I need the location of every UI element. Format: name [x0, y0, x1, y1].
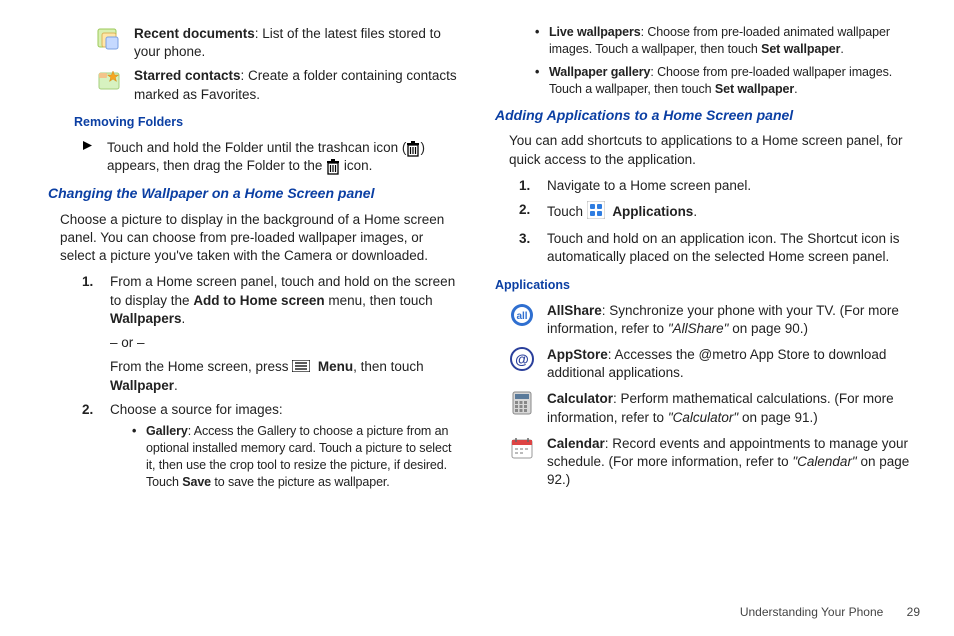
remove-folder-text: Touch and hold the Folder until the tras…: [107, 139, 459, 176]
or-divider: – or –: [110, 334, 459, 352]
applications-heading: Applications: [495, 277, 920, 294]
adding-apps-para: You can add shortcuts to applications to…: [509, 132, 920, 168]
app-calculator: Calculator: Perform mathematical calcula…: [509, 390, 920, 426]
applications-icon: [587, 201, 605, 224]
step-number: 1.: [519, 177, 537, 195]
recent-documents-text: Recent documents: List of the latest fil…: [134, 25, 459, 61]
step-1-body: From a Home screen panel, touch and hold…: [110, 273, 459, 395]
starred-contacts-icon: [96, 67, 122, 93]
starred-contacts-item: Starred contacts: Create a folder contai…: [96, 67, 459, 103]
removing-folders-heading: Removing Folders: [74, 114, 459, 131]
menu-icon: [292, 359, 310, 377]
right-column: Live wallpapers: Choose from pre-loaded …: [495, 22, 920, 503]
left-column: Recent documents: List of the latest fil…: [34, 22, 459, 503]
remove-folder-step: Touch and hold the Folder until the tras…: [82, 139, 459, 176]
svg-text:all: all: [516, 311, 527, 322]
step-3: 3. Touch and hold on an application icon…: [519, 230, 920, 266]
page-footer: Understanding Your Phone 29: [740, 604, 920, 620]
changing-wallpaper-heading: Changing the Wallpaper on a Home Screen …: [48, 184, 459, 203]
adding-apps-steps: 1. Navigate to a Home screen panel. 2. T…: [519, 177, 920, 267]
step-1: 1. Navigate to a Home screen panel.: [519, 177, 920, 195]
source-options: Gallery: Access the Gallery to choose a …: [132, 423, 459, 491]
calculator-icon: [509, 390, 535, 416]
section-title: Understanding Your Phone: [740, 605, 883, 619]
trash-icon: [406, 139, 420, 157]
app-appstore: @ AppStore: Accesses the @metro App Stor…: [509, 346, 920, 382]
app-allshare: all AllShare: Synchronize your phone wit…: [509, 302, 920, 338]
changing-wallpaper-para: Choose a picture to display in the backg…: [60, 211, 459, 266]
adding-apps-heading: Adding Applications to a Home Screen pan…: [495, 106, 920, 125]
gallery-option: Gallery: Access the Gallery to choose a …: [132, 423, 459, 491]
step-1: 1. From a Home screen panel, touch and h…: [82, 273, 459, 395]
appstore-icon: @: [509, 346, 535, 372]
live-wallpapers-option: Live wallpapers: Choose from pre-loaded …: [535, 24, 920, 58]
wallpaper-gallery-option: Wallpaper gallery: Choose from pre-loade…: [535, 64, 920, 98]
page: Recent documents: List of the latest fil…: [0, 0, 954, 503]
app-calendar: Calendar: Record events and appointments…: [509, 435, 920, 490]
page-number: 29: [907, 605, 920, 619]
svg-text:@: @: [515, 351, 529, 367]
play-arrow-icon: [82, 139, 93, 176]
recent-documents-item: Recent documents: List of the latest fil…: [96, 25, 459, 61]
allshare-icon: all: [509, 302, 535, 328]
step-number: 2.: [82, 401, 100, 497]
step-number: 3.: [519, 230, 537, 266]
step-number: 1.: [82, 273, 100, 395]
label: Recent documents: [134, 26, 255, 41]
step-2: 2. Choose a source for images: Gallery: …: [82, 401, 459, 497]
calendar-icon: [509, 435, 535, 461]
step-2-body: Choose a source for images: Gallery: Acc…: [110, 401, 459, 497]
wallpaper-options-cont: Live wallpapers: Choose from pre-loaded …: [535, 24, 920, 98]
step-2: 2. Touch Applications.: [519, 201, 920, 224]
label: Starred contacts: [134, 68, 241, 83]
trash-icon: [326, 158, 340, 176]
recent-documents-icon: [96, 25, 122, 51]
wallpaper-steps: 1. From a Home screen panel, touch and h…: [82, 273, 459, 496]
starred-contacts-text: Starred contacts: Create a folder contai…: [134, 67, 459, 103]
step-number: 2.: [519, 201, 537, 224]
